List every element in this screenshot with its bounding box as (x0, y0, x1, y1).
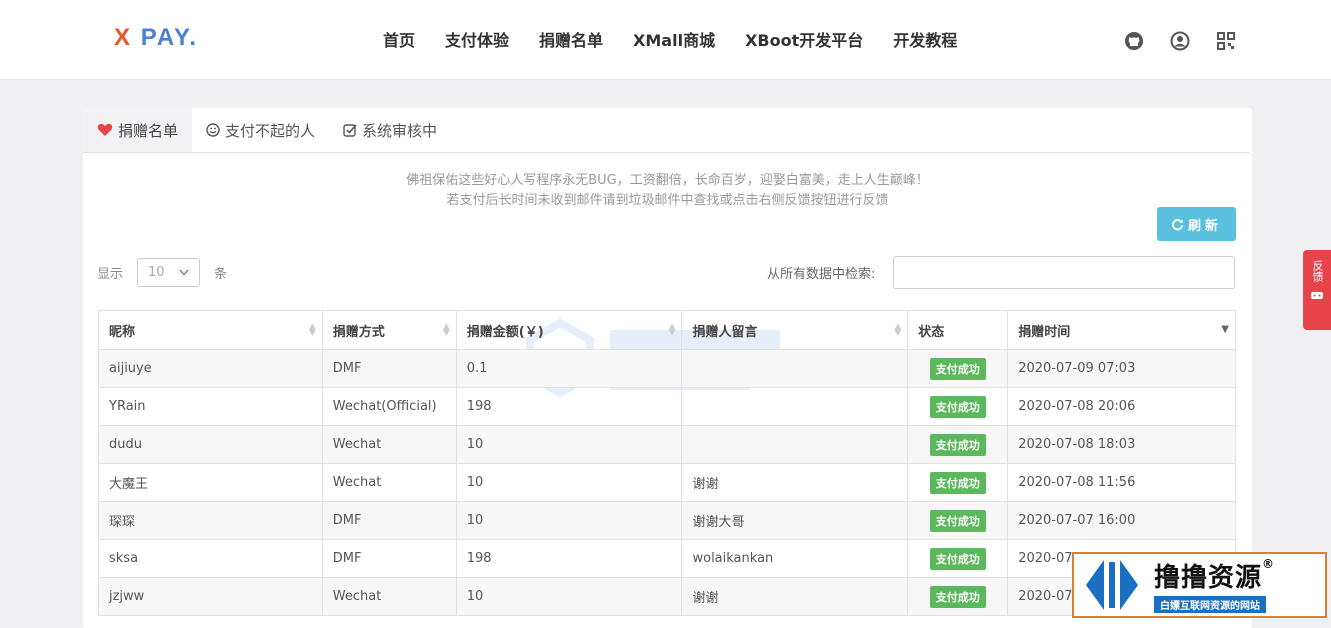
table-row: jzjww Wechat 10 谢谢 支付成功 2020-07- (98, 577, 1236, 616)
col-status: 状态 (907, 310, 1009, 350)
col-message[interactable]: 捐赠人留言 ▲ ▼ (681, 310, 909, 350)
notice-line-2: 若支付后长时间未收到邮件请到垃圾邮件中查找或点击右侧反馈按钮进行反馈 (446, 193, 889, 208)
main-nav: 首页 支付体验 捐赠名单 XMall商城 XBoot开发平台 开发教程 (368, 27, 972, 51)
donation-card: 捐赠名单 支付不起的人 系统审核中 佛祖保佑这些好心人写程序永无BUG，工资翻倍… (83, 108, 1252, 628)
site-watermark-badge: 撸撸资源® 白嫖互联网资源的网站 (1072, 552, 1327, 618)
tab-under-review[interactable]: 系统审核中 (329, 108, 451, 152)
nav-xboot[interactable]: XBoot开发平台 (730, 27, 878, 51)
refresh-button[interactable]: 刷新 (1157, 207, 1236, 241)
chevron-down-icon (179, 265, 189, 280)
sort-icon: ▲ ▼ (308, 322, 316, 338)
status-badge: 支付成功 (929, 357, 986, 380)
notice-line-1: 佛祖保佑这些好心人写程序永无BUG，工资翻倍，长命百岁，迎娶白富美，走上人生巅峰… (406, 173, 929, 188)
col-time[interactable]: 捐赠时间 ▼ (1007, 310, 1236, 350)
qrcode-icon[interactable] (1216, 31, 1236, 51)
smile-icon (206, 123, 220, 137)
brand-logo-icon (1086, 560, 1138, 610)
table-row: dudu Wechat 10 支付成功 2020-07-08 18:03 (98, 425, 1236, 464)
search-label: 从所有数据中检索: (767, 267, 876, 282)
cart-icon (1310, 290, 1324, 305)
status-badge: 支付成功 (929, 433, 986, 456)
page-length-control: 显示 10 条 (97, 258, 227, 287)
page-length-select[interactable]: 10 (137, 258, 201, 287)
table-row: sksa DMF 198 wolaikankan 支付成功 2020-07- (98, 539, 1236, 578)
search-control: 从所有数据中检索: (767, 256, 1236, 289)
status-badge: 支付成功 (929, 585, 986, 608)
xpay-logo[interactable]: X PAY. (114, 24, 198, 52)
nav-tutorial[interactable]: 开发教程 (878, 27, 972, 51)
heart-icon (97, 123, 113, 137)
table-row: aijiuye DMF 0.1 支付成功 2020-07-09 07:03 (98, 349, 1236, 388)
donation-table: 昵称 ▲ ▼ 捐赠方式 ▲ ▼ 捐赠金额(￥) ▲ ▼ 捐赠人留言 ▲ ▼ 状态 捐赠时间 ▼ a… (98, 310, 1236, 616)
col-nickname[interactable]: 昵称 ▲ ▼ (98, 310, 323, 350)
nav-xmall[interactable]: XMall商城 (618, 27, 730, 51)
table-row: 琛琛 DMF 10 谢谢大哥 支付成功 2020-07-07 16:00 (98, 501, 1236, 540)
check-square-icon (343, 123, 357, 137)
user-icon[interactable] (1170, 31, 1190, 51)
table-header-row: 昵称 ▲ ▼ 捐赠方式 ▲ ▼ 捐赠金额(￥) ▲ ▼ 捐赠人留言 ▲ ▼ 状态 捐赠时间 ▼ (98, 310, 1236, 350)
github-icon[interactable] (1124, 31, 1144, 51)
sort-icon: ▲ ▼ (442, 322, 450, 338)
feedback-button[interactable]: 反馈 (1303, 250, 1331, 330)
nav-donation-list[interactable]: 捐赠名单 (524, 27, 618, 51)
sort-icon: ▲ ▼ (894, 322, 902, 338)
sort-icon: ▲ ▼ (668, 322, 676, 338)
status-badge: 支付成功 (929, 395, 986, 418)
top-header: X PAY. 首页 支付体验 捐赠名单 XMall商城 XBoot开发平台 开发… (0, 0, 1331, 80)
table-row: YRain Wechat(Official) 198 支付成功 2020-07-08 … (98, 387, 1236, 426)
refresh-icon (1171, 218, 1184, 231)
tab-donation-list[interactable]: 捐赠名单 (83, 108, 193, 152)
col-method[interactable]: 捐赠方式 ▲ ▼ (321, 310, 457, 350)
nav-home[interactable]: 首页 (368, 27, 430, 51)
tab-cannot-pay[interactable]: 支付不起的人 (192, 108, 329, 152)
tab-bar: 捐赠名单 支付不起的人 系统审核中 (83, 108, 1250, 153)
search-input[interactable] (893, 256, 1236, 289)
status-badge: 支付成功 (929, 547, 986, 570)
status-badge: 支付成功 (929, 509, 986, 532)
nav-pay-demo[interactable]: 支付体验 (430, 27, 524, 51)
sort-desc-icon: ▼ (1221, 324, 1229, 335)
status-badge: 支付成功 (929, 471, 986, 494)
col-amount[interactable]: 捐赠金额(￥) ▲ ▼ (455, 310, 683, 350)
table-row: 大魔王 Wechat 10 谢谢 支付成功 2020-07-08 11:56 (98, 463, 1236, 502)
